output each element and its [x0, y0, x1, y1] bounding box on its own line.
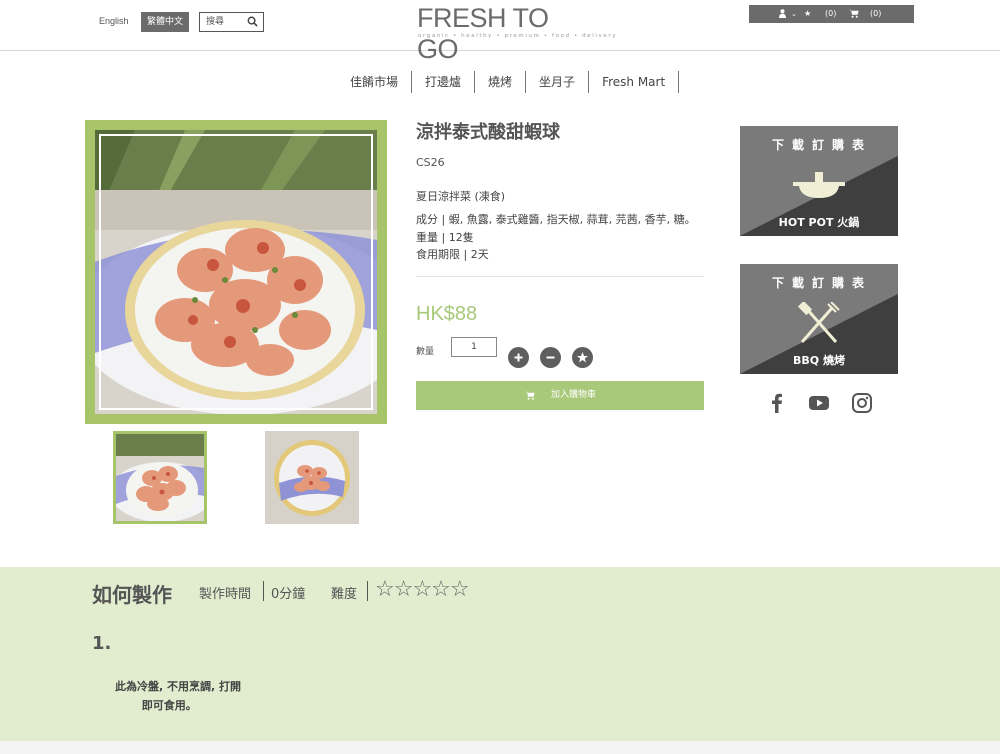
nav-item-bbq[interactable]: 燒烤	[475, 71, 527, 93]
cart-count[interactable]: (0)	[870, 8, 881, 20]
prep-time-label: 製作時間	[199, 587, 252, 602]
cart-icon	[525, 391, 535, 400]
search-box	[199, 12, 264, 32]
hotpot-icon	[793, 172, 845, 198]
difficulty-stars: ☆☆☆☆☆	[375, 577, 470, 602]
add-to-cart-button[interactable]: 加入購物車	[416, 381, 704, 410]
increase-quantity-button[interactable]	[508, 347, 529, 368]
main-nav: 佳餚市場 打邊爐 燒烤 坐月子 Fresh Mart	[340, 71, 680, 93]
page-footer-strip	[0, 741, 1000, 754]
minus-icon	[546, 356, 555, 359]
thumbnail-1[interactable]	[113, 431, 207, 524]
product-price: HK$88	[416, 303, 478, 325]
hotpot-order-form-banner[interactable]: 下載訂購表 HOT POT 火鍋	[740, 126, 898, 236]
site-header: English 繁體中文 FRESH TO GO organic • healt…	[0, 0, 1000, 64]
banner-label: BBQ 燒烤	[793, 354, 845, 367]
how-to-make-title: 如何製作	[92, 583, 172, 607]
chevron-down-icon[interactable]: ⌄	[791, 8, 797, 20]
star-icon[interactable]: ★	[804, 8, 811, 20]
product-category: 夏日涼拌菜 (凍食)	[416, 190, 506, 203]
difficulty-label: 難度	[331, 587, 358, 602]
quantity-input[interactable]	[451, 337, 497, 357]
divider	[367, 581, 368, 601]
user-toolbar: ⌄ ★ (0) (0)	[749, 5, 914, 23]
main-product-image[interactable]	[95, 130, 377, 414]
product-code: CS26	[416, 156, 445, 169]
thumbnail-2[interactable]	[265, 431, 359, 524]
banner-label: HOT POT 火鍋	[778, 216, 860, 229]
product-ingredients: 成分 | 蝦, 魚露, 泰式雞醬, 指天椒, 蒜茸, 芫茜, 香芋, 糖。	[416, 213, 696, 226]
product-shelf-life: 食用期限 | 2天	[416, 248, 489, 261]
divider	[416, 276, 704, 277]
step-text: 此為冷盤, 不用烹調, 打開 即可食用。	[115, 680, 242, 712]
language-english-link[interactable]: English	[99, 16, 129, 26]
decrease-quantity-button[interactable]	[540, 347, 561, 368]
plus-icon	[514, 353, 523, 362]
divider	[263, 581, 264, 601]
youtube-icon[interactable]	[808, 392, 830, 414]
user-icon[interactable]	[779, 9, 786, 18]
bbq-order-form-banner[interactable]: 下載訂購表 BBQ 燒烤	[740, 264, 898, 374]
bbq-icon	[798, 302, 840, 343]
cart-icon[interactable]	[849, 9, 859, 18]
step-number: 1.	[92, 633, 112, 654]
prep-time-value: 0分鐘	[271, 587, 306, 602]
main-product-image-frame	[85, 120, 387, 424]
language-chinese-button[interactable]: 繁體中文	[141, 12, 189, 32]
nav-item-fresh-mart[interactable]: Fresh Mart	[589, 71, 680, 93]
logo-tagline: organic • healthy • premium • food • del…	[418, 33, 618, 39]
add-to-cart-label: 加入購物車	[551, 390, 597, 400]
banner-title: 下載訂購表	[771, 276, 872, 290]
nav-item-confinement[interactable]: 坐月子	[526, 71, 590, 93]
facebook-icon[interactable]	[766, 392, 788, 414]
instagram-icon[interactable]	[851, 392, 873, 414]
product-title: 涼拌泰式酸甜蝦球	[416, 122, 560, 143]
nav-item-hotpot[interactable]: 打邊爐	[412, 71, 476, 93]
banner-title: 下載訂購表	[771, 138, 872, 152]
wishlist-count[interactable]: (0)	[825, 8, 836, 20]
add-to-wishlist-button[interactable]	[572, 347, 593, 368]
search-input[interactable]	[206, 15, 246, 29]
product-quantity-info: 重量 | 12隻	[416, 231, 474, 244]
search-icon[interactable]	[247, 16, 258, 27]
site-logo[interactable]: FRESH TO GO organic • healthy • premium …	[417, 3, 615, 64]
nav-item-market[interactable]: 佳餚市場	[340, 71, 413, 93]
star-icon	[577, 352, 588, 363]
quantity-label: 數量	[416, 347, 435, 357]
